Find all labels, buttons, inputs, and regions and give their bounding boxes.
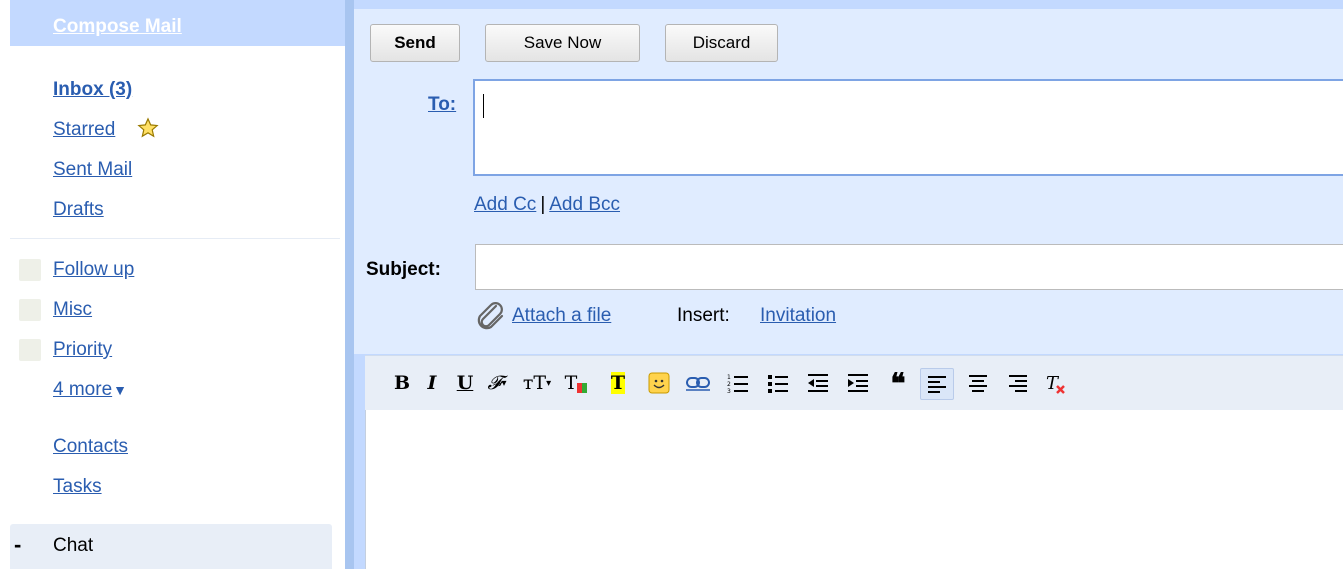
sidebar: Compose Mail Inbox (3) Starred Sent Mail… <box>0 0 345 569</box>
compose-left-border <box>345 0 354 569</box>
sidebar-item-contacts[interactable]: Contacts <box>53 436 128 458</box>
font-button[interactable]: 𝓕 ▾ <box>480 368 514 398</box>
sidebar-item-sent-mail[interactable]: Sent Mail <box>53 159 132 181</box>
subject-label: Subject: <box>366 259 441 280</box>
cc-bcc-separator: | <box>540 194 546 215</box>
numbered-list-icon: 1 2 3 <box>727 374 748 394</box>
compose-mail-link[interactable]: Compose Mail <box>53 16 182 38</box>
triangle-down-icon: ▼ <box>113 382 127 398</box>
star-icon <box>137 117 159 138</box>
save-now-button[interactable]: Save Now <box>485 24 640 62</box>
decrease-indent-button[interactable] <box>803 368 833 398</box>
align-right-icon <box>1009 375 1027 392</box>
more-labels-link[interactable]: 4 more▼ <box>53 379 127 401</box>
svg-text:3: 3 <box>727 388 731 394</box>
paperclip-icon <box>477 302 504 330</box>
underline-button[interactable]: U <box>453 368 477 398</box>
add-bcc-link[interactable]: Add Bcc <box>549 194 620 215</box>
sidebar-divider <box>10 238 340 239</box>
bulleted-list-icon <box>768 375 788 393</box>
outdent-icon <box>808 374 828 392</box>
font-icon: 𝓕 <box>487 372 502 394</box>
align-left-icon <box>928 376 946 393</box>
label-follow-up[interactable]: Follow up <box>53 259 134 281</box>
label-color-swatch[interactable] <box>19 259 41 281</box>
label-color-swatch[interactable] <box>19 339 41 361</box>
to-label-link[interactable]: To: <box>428 94 456 116</box>
dropdown-arrow-icon: ▾ <box>501 377 507 389</box>
insert-emoticon-button[interactable] <box>645 368 673 398</box>
label-color-swatch[interactable] <box>19 299 41 321</box>
increase-indent-button[interactable] <box>843 368 873 398</box>
label-misc[interactable]: Misc <box>53 299 92 321</box>
sidebar-item-inbox[interactable]: Inbox (3) <box>53 79 132 101</box>
message-body-editor[interactable] <box>365 410 1343 569</box>
subject-field[interactable] <box>475 244 1343 290</box>
insert-label: Insert: <box>677 305 730 326</box>
font-size-button[interactable]: тT ▾ <box>520 368 554 398</box>
sidebar-item-starred[interactable]: Starred <box>53 119 115 141</box>
remove-formatting-icon: T <box>1046 373 1065 394</box>
smiley-icon <box>648 372 670 394</box>
align-center-icon <box>969 375 987 392</box>
italic-button[interactable]: I <box>420 368 444 398</box>
text-color-button[interactable]: T <box>560 368 592 398</box>
remove-formatting-button[interactable]: T <box>1041 368 1071 398</box>
svg-text:1: 1 <box>727 374 731 381</box>
quote-icon: ❝ <box>890 366 906 400</box>
formatting-toolbar: B I U 𝓕 ▾ тT ▾ T T 1 2 3 ❝ T <box>365 355 1343 411</box>
font-size-icon: тT <box>522 372 547 394</box>
color-swatch-icon <box>577 383 588 393</box>
sidebar-item-drafts[interactable]: Drafts <box>53 199 104 221</box>
more-labels-text: 4 more <box>53 379 113 400</box>
send-button[interactable]: Send <box>370 24 460 62</box>
numbered-list-button[interactable]: 1 2 3 <box>723 368 753 398</box>
align-right-button[interactable] <box>1003 368 1033 398</box>
attach-file-link[interactable]: Attach a file <box>512 305 611 327</box>
insert-link-button[interactable] <box>683 368 713 398</box>
blockquote-button[interactable]: ❝ <box>883 366 913 400</box>
link-icon <box>686 377 710 391</box>
text-color-icon: T <box>564 372 578 394</box>
highlight-color-button[interactable]: T <box>602 368 634 398</box>
bulleted-list-button[interactable] <box>763 368 793 398</box>
align-left-button[interactable] <box>920 368 954 400</box>
add-cc-link[interactable]: Add Cc <box>474 194 536 215</box>
text-caret <box>483 94 484 118</box>
highlight-icon: T <box>610 372 626 394</box>
bold-button[interactable]: B <box>390 368 414 398</box>
svg-text:2: 2 <box>727 381 731 388</box>
dropdown-arrow-icon: ▾ <box>546 377 552 389</box>
chat-collapse-toggle[interactable]: - <box>14 532 34 558</box>
label-priority[interactable]: Priority <box>53 339 112 361</box>
sidebar-item-tasks[interactable]: Tasks <box>53 476 102 498</box>
discard-button[interactable]: Discard <box>665 24 778 62</box>
to-field[interactable] <box>473 79 1343 176</box>
cc-bcc-links: Add Cc | Add Bcc <box>474 194 620 216</box>
align-center-button[interactable] <box>963 368 993 398</box>
chat-label: Chat <box>53 535 94 556</box>
indent-icon <box>848 374 868 392</box>
invitation-link[interactable]: Invitation <box>760 305 836 327</box>
